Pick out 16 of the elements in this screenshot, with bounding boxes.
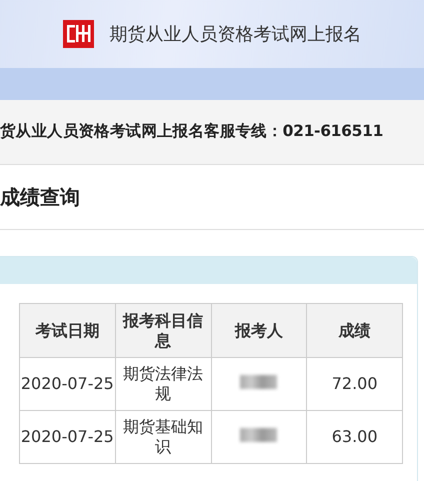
hotline-text: 货从业人员资格考试网上报名客服专线：021-616511 [0, 121, 384, 142]
site-title: 期货从业人员资格考试网上报名 [110, 22, 362, 46]
table-cell: 2020-07-25 [20, 410, 116, 464]
table-cell: 63.00 [306, 410, 402, 464]
table-cell: 期货法律法规 [115, 358, 211, 410]
section-title: 成绩查询 [0, 184, 80, 211]
logo-icon [62, 20, 94, 48]
table-cell: 72.00 [306, 358, 402, 410]
column-header: 考试日期 [20, 304, 116, 358]
column-header: 成绩 [306, 304, 402, 358]
column-header: 报考科目信息 [115, 304, 211, 358]
table-cell: 期货基础知识 [115, 410, 211, 464]
table-cell: 2020-07-25 [20, 358, 116, 410]
redacted-name [240, 375, 278, 389]
redacted-name [240, 428, 278, 442]
column-header: 报考人 [211, 304, 307, 358]
